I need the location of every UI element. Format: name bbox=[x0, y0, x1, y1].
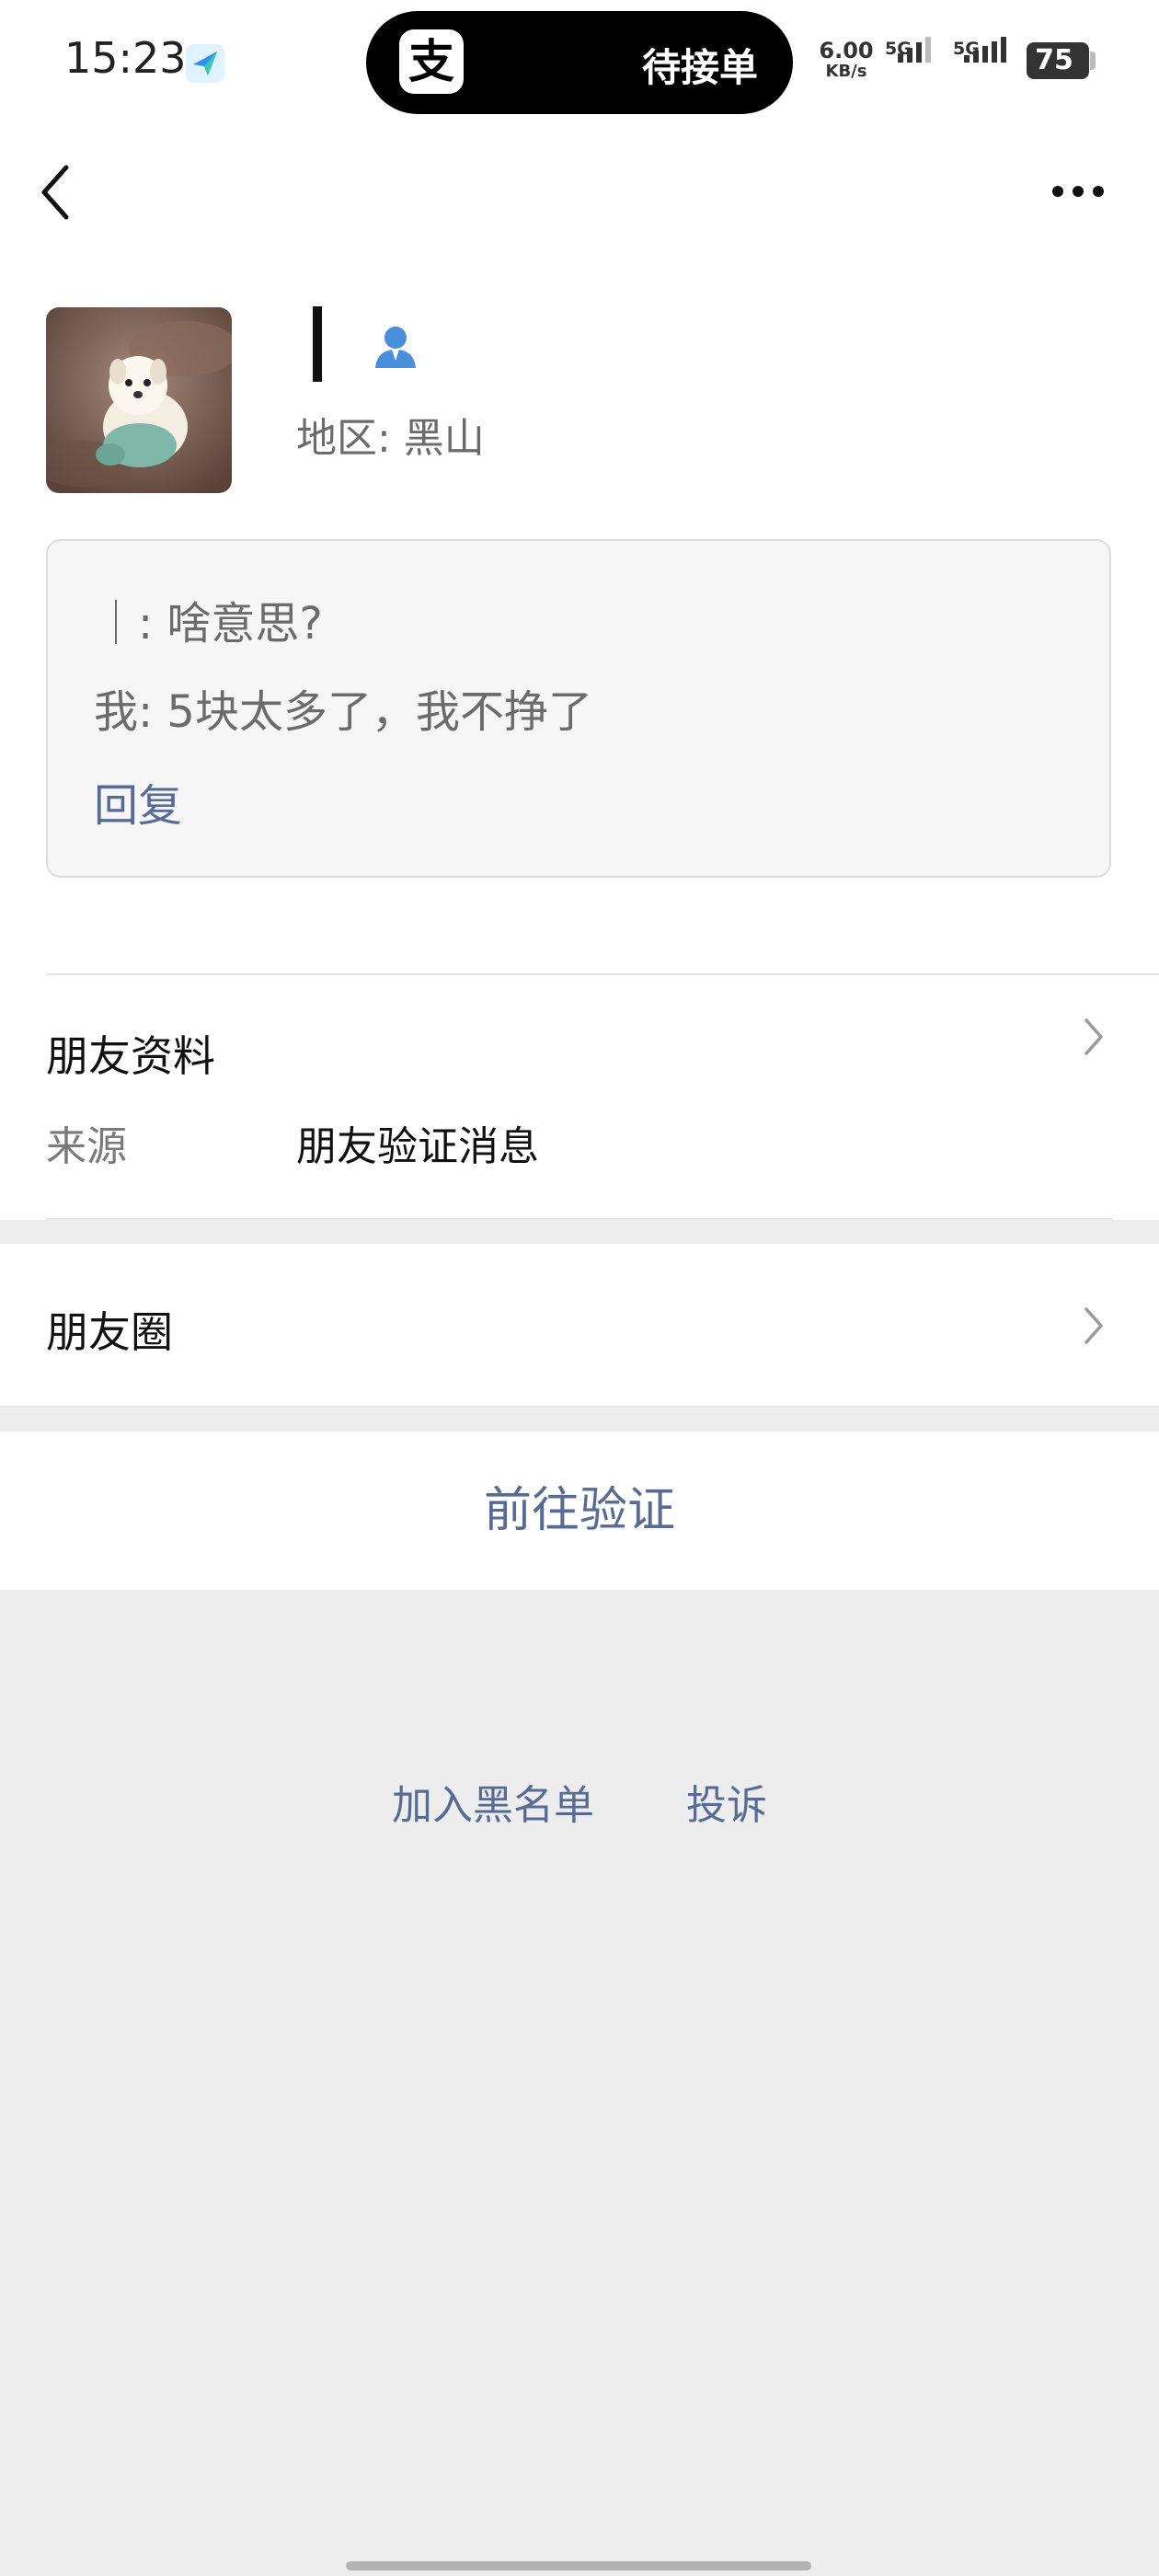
source-value: 朋友验证消息 bbox=[296, 1123, 539, 1170]
chevron-right-icon bbox=[1084, 1018, 1103, 1055]
moments-title: 朋友圈 bbox=[46, 1307, 173, 1357]
battery-level: 75 bbox=[1035, 44, 1073, 76]
region-text: 地区: 黑山 bbox=[296, 415, 485, 462]
section-separator bbox=[0, 1408, 1159, 1432]
back-arrow-icon[interactable] bbox=[35, 162, 81, 223]
go-verify-button[interactable]: 前往验证 bbox=[0, 1432, 1159, 1590]
section-separator bbox=[0, 1220, 1159, 1244]
alipay-icon: 支 bbox=[399, 29, 464, 94]
verification-message-box: ｜: 啥意思? 我: 5块太多了，我不挣了 回复 bbox=[46, 539, 1111, 878]
friend-info-title: 朋友资料 bbox=[46, 1031, 215, 1081]
navigation-app-icon bbox=[186, 44, 224, 83]
network-speed-unit: KB/s bbox=[825, 62, 867, 81]
divider bbox=[46, 973, 1159, 975]
dynamic-island[interactable]: 支 待接单 bbox=[366, 11, 793, 114]
message-line-friend: ｜: 啥意思? bbox=[94, 598, 323, 650]
island-status-text: 待接单 bbox=[641, 45, 758, 90]
avatar[interactable] bbox=[46, 307, 232, 493]
status-time: 15:23 bbox=[64, 33, 187, 83]
more-options-icon[interactable] bbox=[1049, 180, 1107, 202]
report-link[interactable]: 投诉 bbox=[686, 1772, 767, 1831]
network-speed-value: 6.00 bbox=[819, 38, 874, 63]
reply-link[interactable]: 回复 bbox=[94, 769, 182, 834]
battery-icon: 75 bbox=[1027, 42, 1089, 79]
message-line-self: 我: 5块太多了，我不挣了 bbox=[94, 686, 592, 738]
nickname-bar bbox=[313, 306, 322, 382]
chevron-right-icon bbox=[1084, 1307, 1103, 1344]
home-indicator[interactable] bbox=[346, 2561, 811, 2570]
user-icon bbox=[375, 327, 416, 368]
network-speed: 6.00 KB/s bbox=[817, 39, 876, 81]
source-label: 来源 bbox=[46, 1123, 127, 1170]
battery-cap bbox=[1090, 52, 1096, 70]
add-to-blacklist-link[interactable]: 加入黑名单 bbox=[392, 1772, 594, 1831]
